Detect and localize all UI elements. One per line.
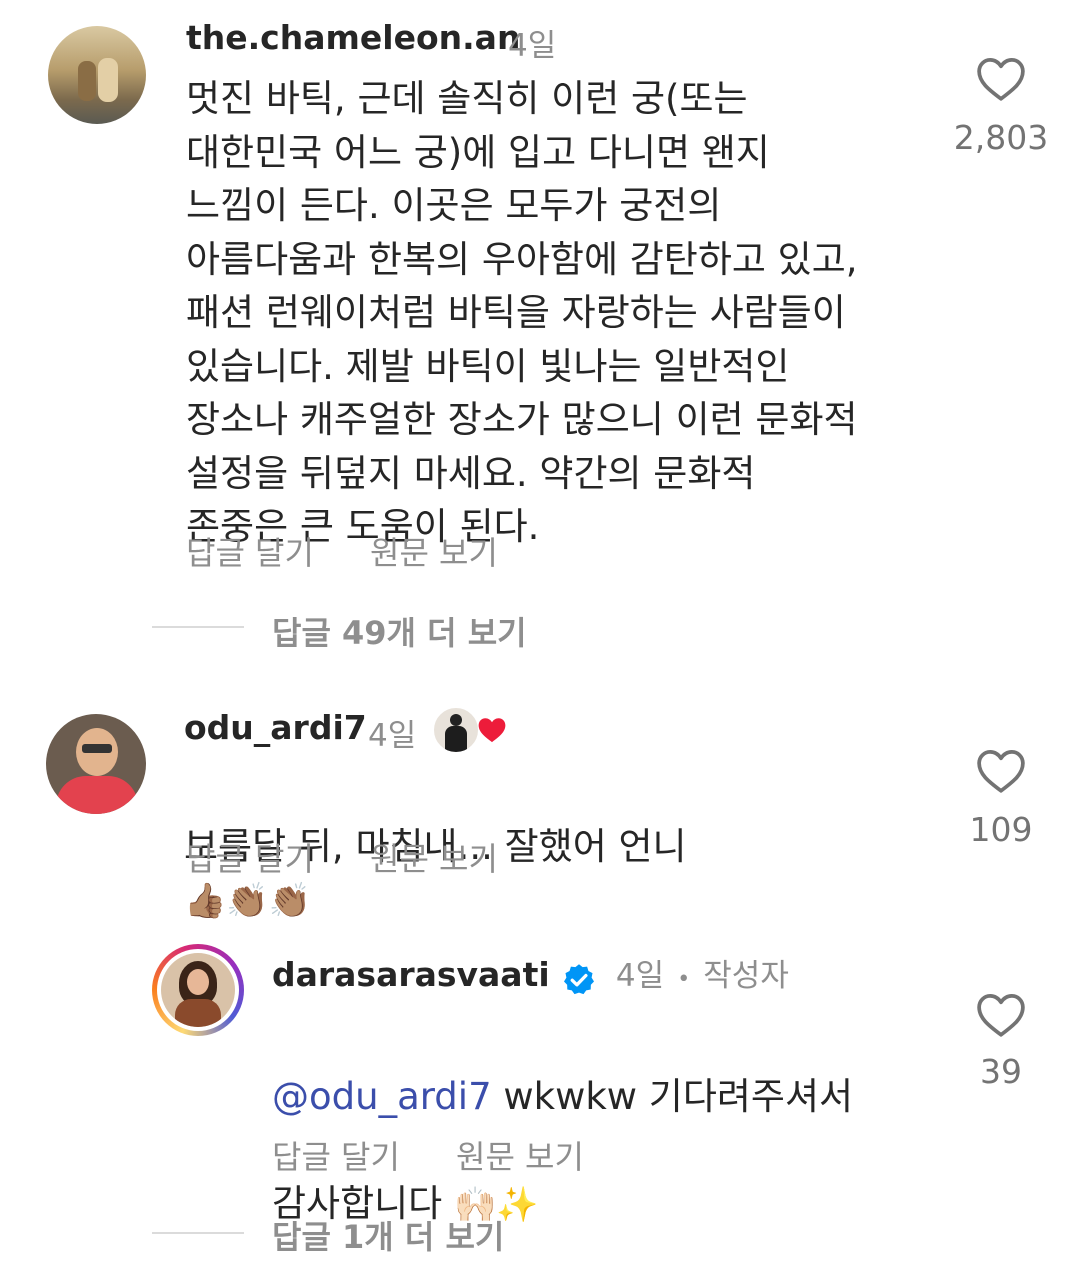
reply-header: darasarasvaati 4일 • 작성자: [272, 950, 789, 1002]
comment-time: 4일: [368, 718, 417, 754]
clap-thumbs-emoji: 👍🏽👏🏽👏🏽: [184, 880, 312, 921]
creator-avatar-small: [432, 706, 480, 754]
replies-divider: [152, 626, 244, 628]
like-count: 109: [969, 810, 1033, 849]
comment-username[interactable]: the.chameleon.an: [186, 18, 520, 57]
see-translation-button[interactable]: 원문 보기: [370, 528, 498, 574]
avatar-odu-ardi7[interactable]: [46, 714, 146, 814]
see-translation-button[interactable]: 원문 보기: [456, 1132, 584, 1178]
reply-text-part1: wkwkw 기다려주셔서: [491, 1074, 854, 1118]
verified-badge-icon: [561, 962, 597, 1002]
view-more-replies-button[interactable]: 답글 49개 더 보기: [272, 608, 527, 654]
author-badge: 작성자: [703, 958, 789, 994]
creator-liked-indicator: [432, 704, 512, 754]
mention-link[interactable]: @odu_ardi7: [272, 1075, 492, 1118]
like-heart-icon[interactable]: [976, 992, 1026, 1038]
meta-separator: •: [677, 967, 691, 992]
like-count: 2,803: [953, 118, 1049, 157]
reply-text-line1: @odu_ardi7 wkwkw 기다려주셔서: [272, 1070, 932, 1124]
red-heart-icon: [476, 716, 508, 748]
like-count: 39: [980, 1052, 1022, 1091]
comment-username[interactable]: darasarasvaati: [272, 955, 550, 994]
comment-username[interactable]: odu_ardi7: [184, 708, 367, 747]
replies-divider: [152, 1232, 244, 1234]
like-heart-icon[interactable]: [976, 748, 1026, 794]
comment-time: 4일: [508, 28, 557, 64]
avatar-the-chameleon-an[interactable]: [48, 26, 146, 124]
view-more-replies-button[interactable]: 답글 1개 더 보기: [272, 1212, 504, 1258]
comment-text: 멋진 바틱, 근데 솔직히 이런 궁(또는 대한민국 어느 궁)에 입고 다니면…: [186, 77, 858, 548]
like-heart-icon[interactable]: [976, 56, 1026, 102]
comment-time: 4일: [615, 958, 665, 994]
reply-button[interactable]: 답글 달기: [186, 834, 314, 880]
reply-button[interactable]: 답글 달기: [272, 1132, 400, 1178]
see-translation-button[interactable]: 원문 보기: [370, 834, 498, 880]
reply-button[interactable]: 답글 달기: [186, 528, 314, 574]
avatar-darasarasvaati[interactable]: [152, 944, 244, 1036]
